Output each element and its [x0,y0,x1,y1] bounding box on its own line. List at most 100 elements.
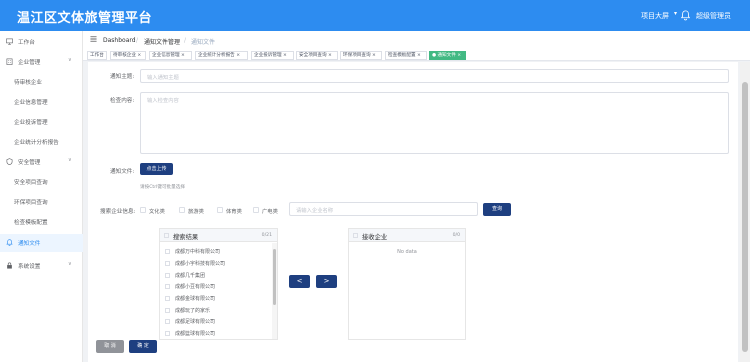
sidebar-item-enterprise-info[interactable]: 企业信息管理 [0,93,83,111]
tag-pending-enterprise[interactable]: 待审核企业 × [110,51,146,60]
list-item[interactable]: 成都小宇科技有限公司 [165,258,265,269]
subject-input[interactable]: 输入通知主题 [140,69,729,83]
tag-enterprise-stats[interactable]: 企业统计分析报告 × [195,51,248,60]
item-checkbox[interactable] [165,296,170,301]
sidebar: 工作台 企业管理 ∨ 待审核企业 企业信息管理 企业投诉管理 企业统计分析报告 … [0,31,83,362]
category-label: 广电类 [262,209,278,215]
item-checkbox[interactable] [165,308,170,313]
file-label: 通知文件: [110,169,135,175]
list-item[interactable]: 成都玩了的家乐 [165,305,265,316]
item-label: 成都万中科有限公司 [175,249,221,255]
list-item[interactable]: 成都小豆有限公司 [165,281,265,292]
chevron-down-icon: ∨ [68,157,72,163]
scrollbar-thumb[interactable] [273,249,276,305]
sidebar-item-safety-projects[interactable]: 安全项目查询 [0,173,83,191]
panel-header: 接收企业 0/0 [349,229,465,242]
sidebar-item-notice-files[interactable]: 通知文件 [0,234,83,252]
item-label: 成都足球有限公司 [175,319,216,325]
search-label: 搜索企业信息: [100,209,136,215]
panel-count: 0/0 [452,233,460,238]
building-icon [6,58,13,65]
list-item[interactable]: 成都金球有限公司 [165,293,265,304]
select-all-checkbox[interactable] [353,233,358,238]
breadcrumb-level1[interactable]: 通知文件管理 [144,37,180,46]
item-label: 成都小豆有限公司 [175,284,216,290]
tag-notice-files[interactable]: ● 通知文件 × [429,51,466,60]
sidebar-item-check-template[interactable]: 检查模板配置 [0,213,83,231]
item-checkbox[interactable] [165,249,170,254]
breadcrumb-home[interactable]: Dashboard [103,37,136,44]
chevron-down-icon[interactable]: ▾ [674,10,677,17]
page-scrollbar-thumb[interactable] [742,82,748,352]
subject-label: 通知主题: [110,74,135,80]
project-screen-link[interactable]: 项目大屏 [641,11,669,21]
sidebar-item-enterprise-complaints[interactable]: 企业投诉管理 [0,113,83,131]
list-item[interactable]: 成都足球有限公司 [165,316,265,327]
item-checkbox[interactable] [165,284,170,289]
panel-title: 接收企业 [362,234,388,241]
item-label: 成都篮球有限公司 [175,331,216,337]
category-checkbox-broadcast[interactable] [253,207,259,213]
item-checkbox[interactable] [165,319,170,324]
sidebar-item-pending-enterprise[interactable]: 待审核企业 [0,73,83,91]
main-content: 通知主题: 输入通知主题 检查内容: 输入检查内容 通知文件: 点击上传 请按C… [88,62,738,362]
item-checkbox[interactable] [165,331,170,336]
sidebar-item-label: 企业统计分析报告 [14,140,59,146]
sidebar-item-label: 企业信息管理 [14,100,48,106]
list-item[interactable]: 成都万中科有限公司 [165,246,265,257]
enterprise-search-input[interactable]: 请输入企业名称 [289,202,478,216]
page-scrollbar[interactable] [740,62,750,362]
cancel-button[interactable]: 取 消 [96,340,124,353]
bell-icon[interactable] [680,9,691,21]
confirm-button[interactable]: 确 定 [129,340,157,353]
sidebar-item-system-settings[interactable]: 系统设置 ∨ [0,257,83,275]
select-all-checkbox[interactable] [164,233,169,238]
sidebar-item-enterprise-stats[interactable]: 企业统计分析报告 [0,133,83,151]
sidebar-item-label: 待审核企业 [14,80,42,86]
panel-title: 搜索结果 [173,234,199,241]
tag-enterprise-complaints[interactable]: 企业投诉管理 × [251,51,294,60]
tag-workbench[interactable]: 工作台 [87,51,107,60]
category-checkbox-culture[interactable] [140,207,146,213]
receiving-enterprises-panel: 接收企业 0/0 No data [348,228,466,340]
list-item[interactable]: 成都几千集团 [165,270,265,281]
upload-tip: 请按Ctrl键可批量选择 [140,185,185,190]
bell-icon [6,239,13,246]
hamburger-icon[interactable] [90,35,97,43]
tag-env-projects[interactable]: 环保项目查询 × [340,51,382,60]
item-checkbox[interactable] [165,273,170,278]
user-menu[interactable]: 超级管理员 [696,11,731,21]
monitor-icon [6,38,13,45]
content-label: 检查内容: [110,98,135,104]
move-right-button[interactable]: > [316,275,337,288]
chevron-down-icon: ∨ [68,57,72,63]
sidebar-item-env-projects[interactable]: 环保项目查询 [0,193,83,211]
tag-enterprise-info[interactable]: 企业信息管理 × [149,51,192,60]
sidebar-item-label: 企业投诉管理 [14,120,48,126]
item-checkbox[interactable] [165,261,170,266]
category-label: 旅游类 [188,209,204,215]
tags-view-bar: 工作台 待审核企业 × 企业信息管理 × 企业统计分析报告 × 企业投诉管理 ×… [83,49,750,61]
scrollbar[interactable] [272,243,277,339]
sidebar-item-enterprise[interactable]: 企业管理 ∨ [0,53,83,71]
category-checkbox-sports[interactable] [217,207,223,213]
move-left-button[interactable]: < [289,275,310,288]
list-item[interactable]: 成都篮球有限公司 [165,328,265,339]
sidebar-item-label: 安全管理 [18,160,41,166]
category-checkbox-tourism[interactable] [179,207,185,213]
category-label: 体育类 [226,209,242,215]
lock-icon [7,262,12,269]
top-header: 温江区文体旅管理平台 项目大屏 ▾ 超级管理员 [0,0,750,31]
tag-safety-projects[interactable]: 安全项目查询 × [296,51,338,60]
item-label: 成都小宇科技有限公司 [175,261,226,267]
chevron-down-icon: ∨ [68,261,72,267]
sidebar-item-safety[interactable]: 安全管理 ∨ [0,153,83,171]
sidebar-item-label: 环保项目查询 [14,200,48,206]
search-button[interactable]: 查询 [483,203,511,216]
content-textarea[interactable]: 输入检查内容 [140,92,729,154]
tag-check-template[interactable]: 检查模板配置 × [385,51,427,60]
sidebar-item-label: 系统设置 [18,264,41,270]
upload-button[interactable]: 点击上传 [140,163,173,175]
app-title: 温江区文体旅管理平台 [17,11,153,26]
sidebar-item-workbench[interactable]: 工作台 [0,33,83,51]
